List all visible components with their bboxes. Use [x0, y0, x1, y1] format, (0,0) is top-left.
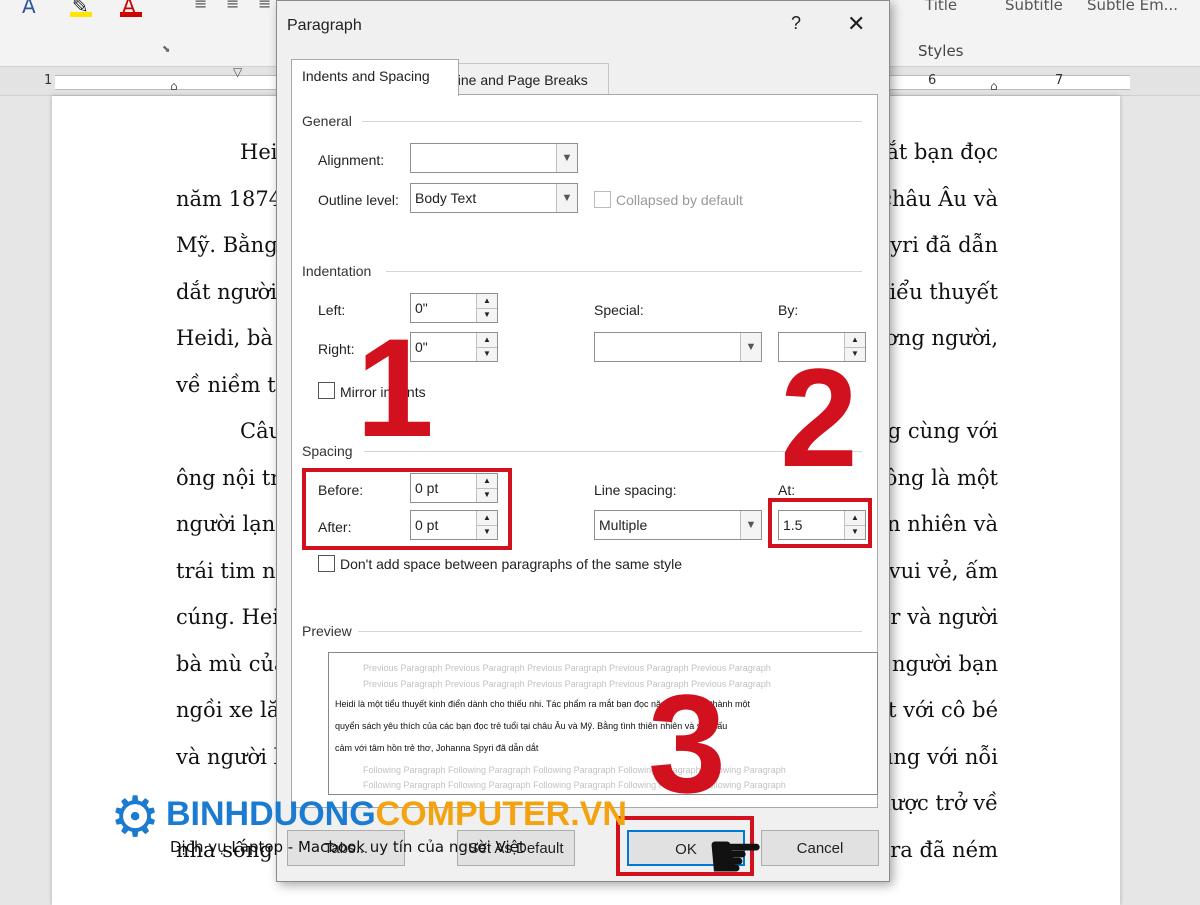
collapsed-label: Collapsed by default: [616, 192, 743, 208]
cancel-button[interactable]: Cancel: [761, 830, 879, 866]
align-left-icon[interactable]: ≡: [194, 0, 207, 13]
logo-tagline: Dịch vụ Laptop - Macbook uy tín của ngườ…: [170, 838, 525, 856]
tab-indents-and-spacing[interactable]: Indents and Spacing: [291, 59, 459, 96]
line-spacing-dropdown[interactable]: Multiple ▼: [594, 510, 762, 540]
section-divider: [386, 271, 862, 272]
line-spacing-label: Line spacing:: [594, 482, 677, 498]
spacing-before-after-highlight: [302, 468, 512, 550]
style-subtle-emphasis[interactable]: Subtle Em...: [1087, 0, 1178, 14]
document-line: được trở về: [877, 791, 998, 815]
document-line: năm 1874,: [176, 186, 289, 211]
alignment-label: Alignment:: [318, 152, 385, 168]
section-divider: [358, 631, 862, 632]
document-line: bà mù của: [176, 651, 287, 676]
highlight-color-bar: [70, 12, 92, 17]
help-button[interactable]: ?: [791, 13, 801, 34]
mirror-indents-checkbox[interactable]: [318, 382, 335, 399]
special-label: Special:: [594, 302, 644, 318]
dialog-launcher-icon[interactable]: ⬊: [162, 44, 170, 55]
ruler-number: 7: [1055, 73, 1064, 88]
step-2-number: 2: [780, 339, 858, 496]
first-line-indent-marker-icon[interactable]: ▽: [233, 65, 242, 79]
ruler-number: 6: [928, 73, 937, 88]
chevron-down-icon[interactable]: ▼: [556, 184, 577, 212]
chevron-down-icon[interactable]: ▼: [740, 333, 761, 361]
spin-buttons[interactable]: ▲ ▼: [476, 294, 497, 322]
step-1-number: 1: [356, 309, 434, 466]
style-subtitle[interactable]: Subtitle: [1005, 0, 1063, 14]
document-line: ết với cô bé: [875, 698, 998, 722]
chevron-down-icon[interactable]: ▼: [740, 511, 761, 539]
section-divider: [362, 121, 862, 122]
left-indent-marker-icon[interactable]: ⌂: [170, 79, 178, 93]
logo-text-orange: COMPUTER.VN: [375, 795, 627, 833]
dont-add-space-checkbox[interactable]: [318, 555, 335, 572]
document-line: người lạnh: [176, 512, 289, 536]
align-center-icon[interactable]: ≡: [226, 0, 239, 13]
document-line: ồn nhiên và: [874, 512, 998, 536]
document-line: ngồi xe lă: [176, 698, 280, 722]
document-line: Mỹ. Bằng: [176, 233, 278, 257]
document-line: dắt người: [176, 279, 277, 304]
align-right-icon[interactable]: ≡: [258, 0, 271, 13]
document-line: ương người,: [871, 326, 998, 350]
line-spacing-value: Multiple: [599, 517, 648, 533]
spin-up-icon[interactable]: ▲: [477, 294, 497, 309]
style-title[interactable]: Title: [925, 0, 957, 14]
document-line: lara đã ném: [871, 837, 998, 862]
styles-group-label: Styles: [918, 42, 964, 60]
document-line: châu Âu và: [880, 186, 998, 211]
close-icon[interactable]: ✕: [847, 11, 865, 37]
spacing-section-label: Spacing: [302, 443, 353, 459]
document-line: và người b: [176, 744, 288, 769]
by-label: By:: [778, 302, 799, 318]
font-color-bar: [120, 12, 142, 17]
indent-right-label: Right:: [318, 341, 355, 357]
indentation-section-label: Indentation: [302, 263, 372, 279]
outline-level-dropdown[interactable]: Body Text ▼: [410, 183, 578, 213]
preview-section-label: Preview: [302, 623, 352, 639]
text-effects-icon[interactable]: A: [22, 0, 36, 18]
ruler-number: 1: [44, 73, 53, 88]
at-value-highlight: [768, 498, 872, 548]
alignment-dropdown[interactable]: ▼: [410, 143, 578, 173]
spin-down-icon[interactable]: ▼: [477, 347, 497, 361]
collapsed-checkbox[interactable]: [594, 191, 611, 208]
spin-up-icon[interactable]: ▲: [477, 333, 497, 348]
right-indent-marker-icon[interactable]: ⌂: [990, 79, 998, 93]
spin-down-icon[interactable]: ▼: [477, 308, 497, 322]
document-line: ng cùng với: [874, 419, 998, 443]
preview-sample-line: cảm với tâm hồn trẻ thơ, Johanna Spyri đ…: [335, 743, 539, 753]
special-dropdown[interactable]: ▼: [594, 332, 762, 362]
document-line: ông là một: [884, 465, 998, 490]
logo-text-blue: BINHDUONG: [166, 795, 376, 833]
document-line: vui vẻ, ấm: [888, 558, 998, 583]
outline-level-label: Outline level:: [318, 192, 399, 208]
dont-add-space-label: Don't add space between paragraphs of th…: [340, 556, 682, 572]
general-section-label: General: [302, 113, 352, 129]
chevron-down-icon[interactable]: ▼: [556, 144, 577, 172]
document-line: ùng với nỗi: [879, 744, 998, 769]
hand-cursor-icon: ☛: [706, 818, 766, 895]
step-3-number: 3: [648, 665, 726, 822]
dialog-title: Paragraph: [287, 17, 362, 34]
preview-box: Previous Paragraph Previous Paragraph Pr…: [328, 652, 878, 795]
logo-text: BINHDUONGCOMPUTER.VN: [166, 795, 627, 834]
indent-left-label: Left:: [318, 302, 346, 318]
gear-icon: ⚙: [110, 785, 161, 850]
document-line: trái tim nh: [176, 558, 290, 583]
outline-level-value: Body Text: [415, 190, 477, 206]
spin-buttons[interactable]: ▲ ▼: [476, 333, 497, 361]
document-line: t người bạn: [876, 651, 998, 676]
tab-line-and-page-breaks[interactable]: Line and Page Breaks: [439, 63, 609, 96]
